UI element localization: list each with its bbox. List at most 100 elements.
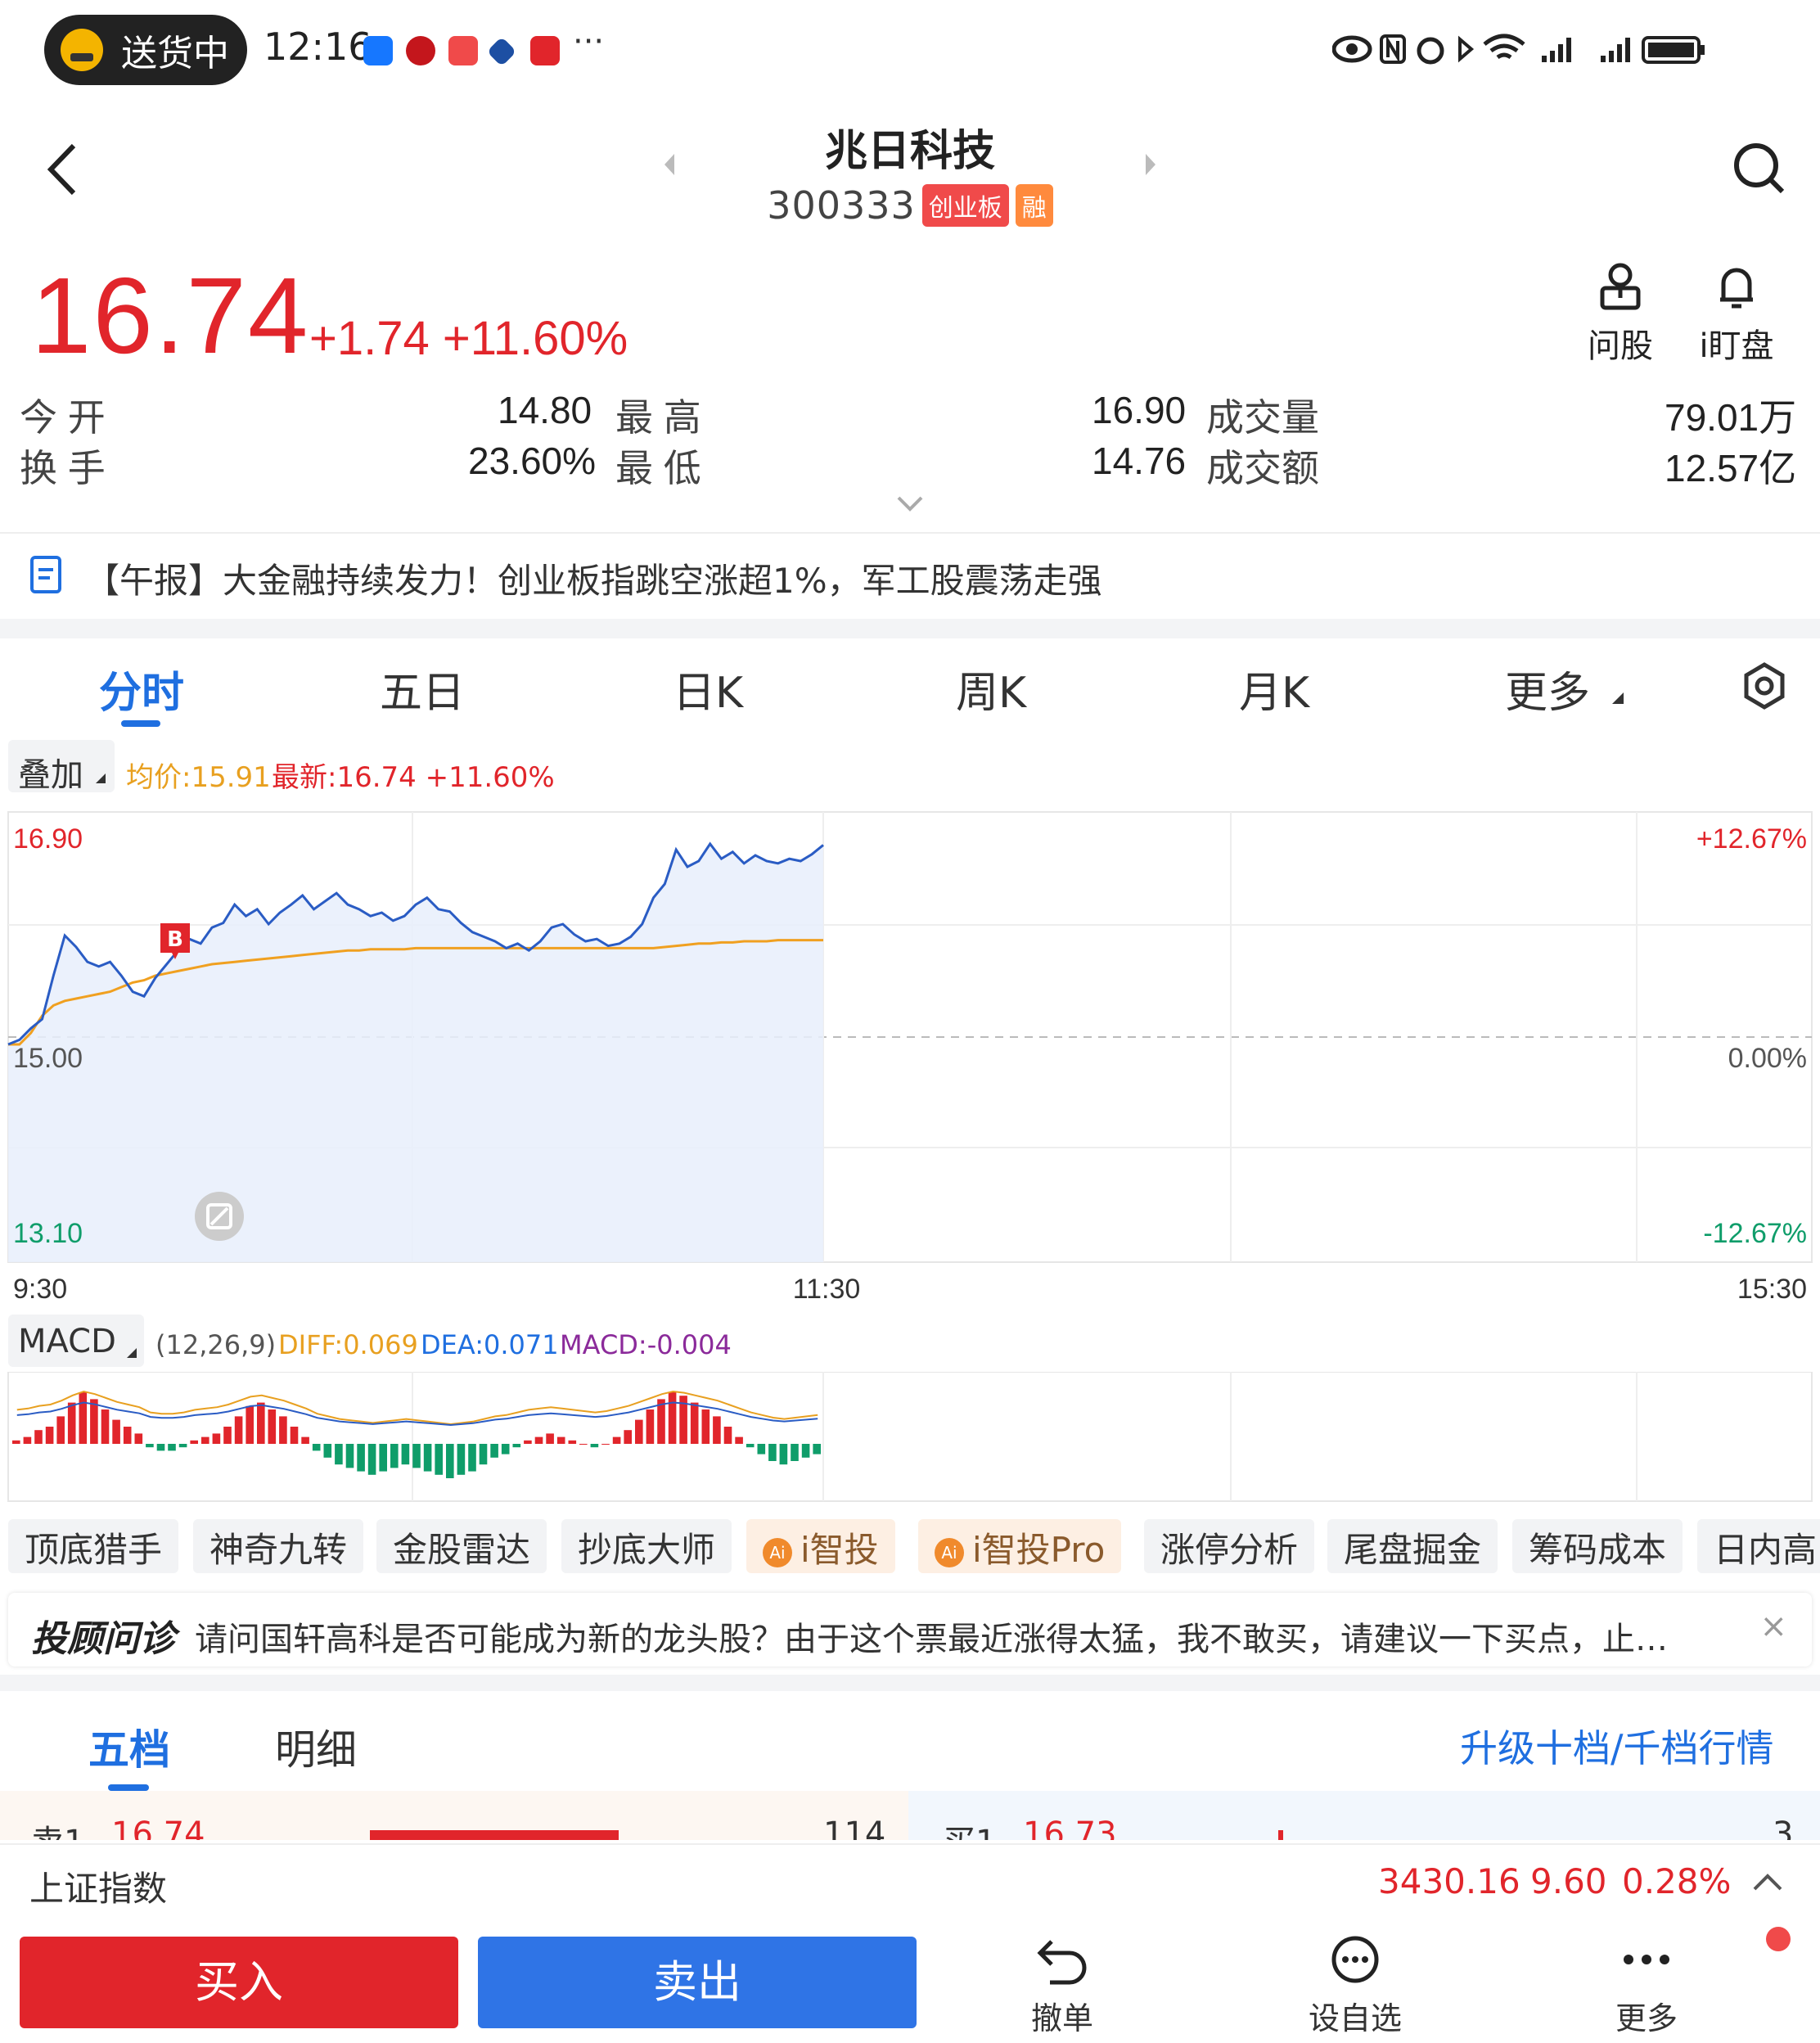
macd-bar [357,1444,365,1472]
tool-limit-up[interactable]: 涨停分析 [1144,1519,1315,1573]
low-label: 最 低 [615,447,701,489]
overlay-caret-icon [96,773,106,783]
bid1-volume-bar [1278,1830,1283,1840]
tab-daily-k[interactable]: 日K [663,658,753,719]
macd-bar [101,1409,110,1444]
cancel-order-button[interactable]: 撤单 [980,1935,1144,2038]
diamond-app-icon [486,36,517,67]
macd-bar [234,1416,243,1444]
macd-bar [67,1402,76,1444]
tab-five-level[interactable]: 五档 [88,1717,170,1776]
more-notifications: ··· [573,23,605,61]
ask1-price: 16.74 [111,1815,205,1840]
undo-icon [1037,1940,1087,1985]
tool-gold-radar[interactable]: 金股雷达 [376,1519,547,1573]
tab-intraday[interactable]: 分时 [97,658,187,719]
high-value: 16.90 [1092,389,1187,431]
overlay-button[interactable]: 叠加 [8,740,115,794]
chart-settings-icon[interactable] [1740,661,1789,710]
buy-marker-label: B [167,927,183,952]
tool-chip-cost[interactable]: 筹码成本 [1512,1519,1683,1573]
macd-bar [257,1402,265,1444]
macd-bar [446,1444,454,1478]
more-button[interactable]: 更多 [1565,1935,1728,2038]
more-label: 更多 [1615,2000,1678,2036]
tool-ai-invest[interactable]: Ai i智投 [746,1519,895,1573]
macd-bar [112,1419,120,1444]
tool-nine-turns[interactable]: 神奇九转 [193,1519,364,1573]
tool-ai-invest-pro[interactable]: Ai i智投Pro [918,1519,1122,1573]
add-watchlist-button[interactable]: 设自选 [1273,1935,1437,2038]
buy-button[interactable]: 买入 [20,1937,458,2028]
macd-bar [90,1399,98,1444]
macd-params: (12,26,9) [155,1329,277,1360]
order-book-row: 卖1 16.74 114 买1 16.73 3 [0,1791,1820,1840]
stock-code: 300333 [767,183,916,228]
watch-label: i盯盘 [1699,327,1774,365]
tab-more[interactable]: 更多 [1502,658,1592,719]
last-price: 16.74 [31,255,310,376]
ask-stock-label: 问股 [1588,327,1653,365]
upgrade-link[interactable]: 升级十档/千档行情 [1460,1719,1774,1773]
bank-icon [406,36,435,65]
tab-weekly-k[interactable]: 周K [946,658,1036,719]
tool-bottom-master[interactable]: 抄底大师 [561,1519,732,1573]
macd-bar [290,1427,299,1444]
macd-bar [168,1444,176,1451]
tool-ai-invest-pro-label: i智投Pro [972,1530,1106,1570]
zoom-icon[interactable] [195,1192,244,1241]
status-time: 12:16 [264,25,372,69]
order-tab-indicator [108,1784,149,1791]
tool-close-gold[interactable]: 尾盘掘金 [1327,1519,1498,1573]
macd-bar [435,1444,443,1475]
macd-bar [190,1440,198,1444]
ask-stock-button[interactable]: 问股 [1571,262,1669,367]
macd-bar [579,1444,588,1445]
tab-detail[interactable]: 明细 [275,1717,357,1776]
sell-button[interactable]: 卖出 [478,1937,917,2028]
board-tag: 创业板 [921,184,1009,227]
avg-price-text: 均价:15.91 [126,761,271,794]
macd-bar [345,1444,354,1468]
pct-label-low: -12.67% [1703,1218,1807,1249]
close-icon[interactable]: × [1759,1608,1787,1645]
tab-five-day[interactable]: 五日 [373,658,471,719]
section-divider-2 [0,1675,1820,1691]
tab-monthly-k[interactable]: 月K [1229,658,1319,719]
tool-top-bottom[interactable]: 顶底猎手 [8,1519,179,1573]
stock-code-row: 300333 创业板 融 [0,183,1820,228]
amount-value: 12.57亿 [1665,447,1797,489]
macd-bar [268,1409,277,1444]
watch-button[interactable]: i盯盘 [1687,262,1786,367]
macd-bar [468,1444,476,1472]
index-ticker[interactable]: 上证指数 3430.16 9.60 0.28% [0,1843,1820,1919]
search-icon[interactable] [1732,141,1787,196]
news-banner[interactable]: 【午报】大金融持续发力！创业板指跳空涨超1%，军工股震荡走强 [0,532,1820,617]
macd-bar [646,1409,655,1444]
shop-app-icon [530,36,560,65]
macd-bar [546,1433,554,1444]
macd-bar [390,1444,399,1468]
intraday-chart[interactable]: B 16.90 15.00 13.10 +12.67% 0.00% -12.67… [0,810,1820,1310]
order-book-tabs: 五档 明细 升级十档/千档行情 [0,1693,1820,1791]
mail-icon [448,36,478,65]
macd-bar [12,1440,20,1444]
bid1-price: 16.73 [1023,1815,1117,1840]
chevron-up-icon[interactable] [1751,1871,1784,1892]
ai-pro-icon: Ai [935,1538,964,1567]
delivery-status-pill[interactable]: 送货中 [44,15,247,85]
macd-bar [223,1427,232,1444]
bottom-action-bar: 买入 卖出 撤单 设自选 更多 [0,1919,1820,2043]
macd-bar [624,1430,632,1444]
macd-legend: MACD (12,26,9) DIFF:0.069 DEA:0.071 MACD… [0,1315,1820,1372]
advisor-banner[interactable]: 投顾问诊 请问国轩高科是否可能成为新的龙头股？由于这个票最近涨得太猛，我不敢买，… [8,1593,1812,1666]
macd-bar [23,1436,32,1444]
tool-intraday-high[interactable]: 日内高 [1697,1519,1820,1573]
macd-chart[interactable] [0,1371,1820,1503]
latest-price-text: 最新:16.74 +11.60% [272,761,555,794]
indicator-button[interactable]: MACD [8,1315,144,1367]
volume-value: 79.01万 [1665,396,1797,439]
amount-label: 成交额 [1206,447,1319,489]
bid1-label: 买1 [943,1815,996,1840]
expand-chevron-icon[interactable] [897,496,923,512]
